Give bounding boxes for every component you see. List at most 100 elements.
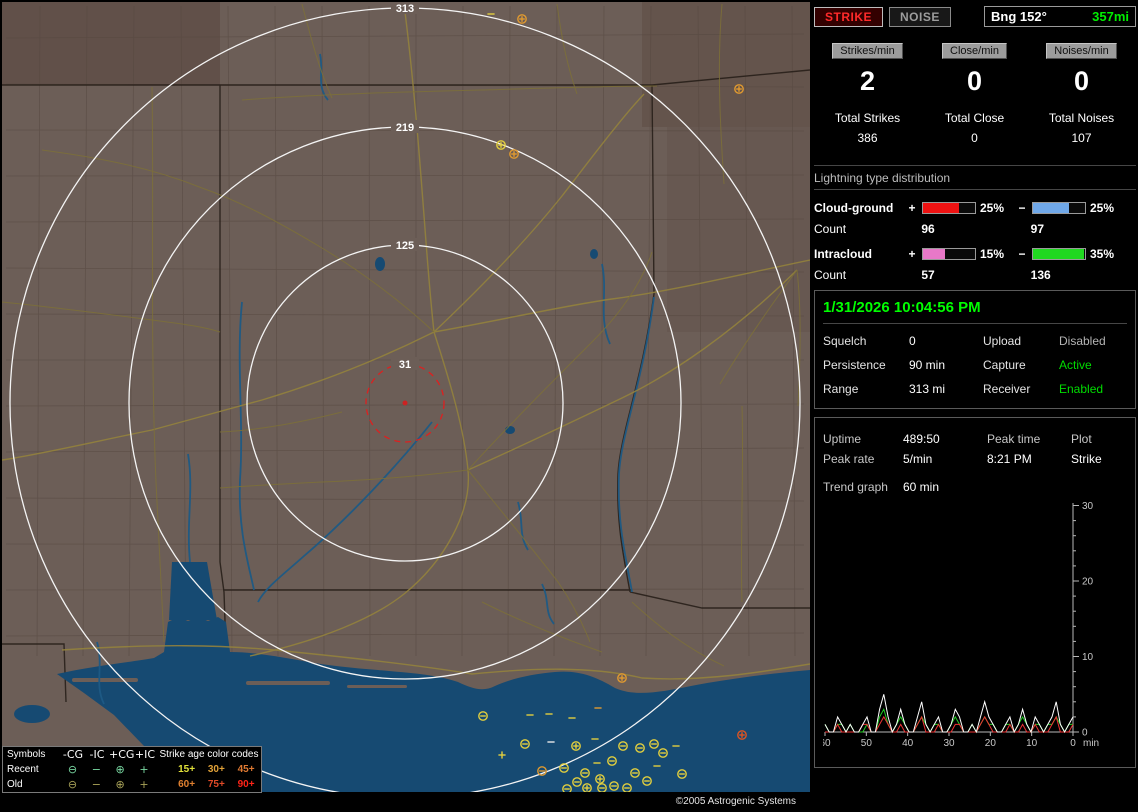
- range-ring-label: 31: [399, 359, 411, 371]
- trend-header: Trend graph 60 min: [823, 480, 1127, 494]
- cloud-ground-row: Cloud-ground + 25% − 25%: [814, 201, 1136, 215]
- uptime-value: 489:50: [903, 432, 940, 446]
- cloud-ground-label: Cloud-ground: [814, 201, 894, 215]
- strikes-per-min-chip[interactable]: Strikes/min: [832, 43, 903, 59]
- totals-row: Total Strikes 386 Total Close 0 Total No…: [814, 111, 1136, 145]
- total-noises-label: Total Noises: [1048, 111, 1115, 125]
- svg-text:50: 50: [861, 738, 873, 749]
- total-noises-value: 107: [1071, 131, 1092, 145]
- upload-value: Disabled: [1059, 334, 1106, 348]
- range-value: 313 mi: [909, 382, 946, 396]
- trend-graph-label: Trend graph: [823, 480, 888, 494]
- age-75: 75+: [207, 779, 225, 790]
- receiver-label: Receiver: [983, 382, 1031, 396]
- total-close-value: 0: [971, 131, 978, 145]
- plus-sign: +: [908, 247, 916, 261]
- copyright-text: ©2005 Astrogenic Systems: [675, 796, 796, 807]
- age-60: 60+: [178, 779, 196, 790]
- age-15: 15+: [178, 764, 196, 775]
- ic-pos-bar: [922, 248, 976, 260]
- mode-button-row: STRIKE NOISE Bng 152° 357mi: [814, 6, 1136, 27]
- session-section: Uptime 489:50 Peak time Plot Peak rate 5…: [814, 417, 1136, 768]
- strike-legend: Symbols -CG -IC +CG +IC Strike age color…: [2, 746, 262, 793]
- legend-old-label: Old: [7, 779, 23, 790]
- plot-label: Plot: [1071, 432, 1092, 446]
- ic-pos-pct: 15%: [980, 247, 1005, 261]
- ic-neg-bar: [1032, 248, 1086, 260]
- ic-pos-icon: +: [139, 778, 149, 791]
- noises-per-min-chip[interactable]: Noises/min: [1046, 43, 1117, 59]
- ic-neg-count: 136: [1030, 268, 1051, 282]
- cloud-ground-count-row: Count 96 97: [814, 222, 1136, 236]
- status-row: Squelch 0 Upload Disabled: [823, 334, 1127, 348]
- cg-pos-icon: ⊕: [115, 763, 125, 776]
- range-label: Range: [823, 382, 859, 396]
- total-close-label: Total Close: [944, 111, 1005, 125]
- ic-neg-icon: −: [91, 778, 101, 791]
- close-per-min-chip[interactable]: Close/min: [942, 43, 1007, 59]
- legend-old-row: Old ⊖ − ⊕ + 60+ 75+ 90+: [3, 777, 261, 792]
- cg-pos-count: 96: [921, 222, 935, 236]
- peak-rate-label: Peak rate: [823, 452, 875, 466]
- ic-neg-pct: 35%: [1090, 247, 1115, 261]
- plot-value: Strike: [1071, 452, 1102, 466]
- cg-neg-count: 97: [1030, 222, 1045, 236]
- intracloud-label: Intracloud: [814, 247, 873, 261]
- count-label: Count: [814, 222, 847, 236]
- legend-symbols-header: Symbols: [7, 749, 46, 760]
- svg-text:20: 20: [985, 738, 997, 749]
- range-ring-label: 219: [396, 122, 414, 134]
- svg-text:60: 60: [823, 738, 831, 749]
- plus-sign: +: [908, 201, 916, 215]
- minus-sign: −: [1018, 201, 1026, 215]
- peak-time-label: Peak time: [987, 432, 1041, 446]
- noises-per-min-value: 0: [1073, 66, 1090, 96]
- age-90: 90+: [237, 779, 255, 790]
- control-panel: STRIKE NOISE Bng 152° 357mi Strikes/min …: [814, 6, 1136, 776]
- persistence-label: Persistence: [823, 358, 886, 372]
- strikes-per-min-value: 2: [859, 66, 876, 96]
- trend-window-value: 60 min: [903, 480, 940, 494]
- lightning-map[interactable]: 313 219 125 31: [2, 2, 810, 792]
- cg-neg-pct: 25%: [1090, 201, 1115, 215]
- upload-label: Upload: [983, 334, 1022, 348]
- cg-neg-bar: [1032, 202, 1086, 214]
- capture-label: Capture: [983, 358, 1026, 372]
- ic-pos-count: 57: [921, 268, 935, 282]
- intracloud-row: Intracloud + 15% − 35%: [814, 247, 1136, 261]
- svg-text:10: 10: [1026, 738, 1038, 749]
- persistence-value: 90 min: [909, 358, 946, 372]
- cg-neg-icon: ⊖: [67, 778, 78, 791]
- legend-recent-label: Recent: [7, 764, 39, 775]
- age-45: 45+: [237, 764, 255, 775]
- total-strikes-value: 386: [857, 131, 878, 145]
- distribution-heading: Lightning type distribution: [814, 171, 1136, 190]
- squelch-label: Squelch: [823, 334, 867, 348]
- session-row: Peak rate 5/min 8:21 PM Strike: [823, 452, 1127, 466]
- timestamp: 1/31/2026 10:04:56 PM: [823, 297, 1127, 324]
- intracloud-count-row: Count 57 136: [814, 268, 1136, 282]
- range-ring-label: 313: [396, 3, 414, 15]
- strike-mode-button[interactable]: STRIKE: [814, 6, 884, 27]
- svg-text:0: 0: [1070, 738, 1076, 749]
- peak-rate-value: 5/min: [903, 452, 933, 466]
- squelch-value: 0: [909, 334, 916, 348]
- svg-text:min: min: [1083, 738, 1099, 749]
- distance-value: 357mi: [1092, 9, 1129, 24]
- legend-col-ic-neg: -IC: [89, 748, 105, 761]
- cg-pos-pct: 25%: [980, 201, 1005, 215]
- map-panel: 313 219 125 31 Symbols -CG -IC +CG +IC Stri…: [2, 2, 810, 810]
- cg-neg-icon: ⊖: [67, 763, 78, 776]
- status-row: Persistence 90 min Capture Active: [823, 358, 1127, 372]
- noise-mode-button[interactable]: NOISE: [889, 6, 951, 27]
- legend-recent-row: Recent ⊖ − ⊕ + 15+ 30+ 45+: [3, 762, 261, 777]
- close-per-min-value: 0: [966, 66, 983, 96]
- legend-col-ic-pos: +IC: [134, 748, 156, 761]
- age-30: 30+: [207, 764, 225, 775]
- uptime-label: Uptime: [823, 432, 862, 446]
- rate-row: Strikes/min 2 Close/min 0 Noises/min 0: [814, 43, 1136, 97]
- svg-text:30: 30: [943, 738, 955, 749]
- svg-text:0: 0: [1082, 728, 1088, 739]
- svg-text:30: 30: [1082, 501, 1094, 512]
- count-label: Count: [814, 268, 847, 282]
